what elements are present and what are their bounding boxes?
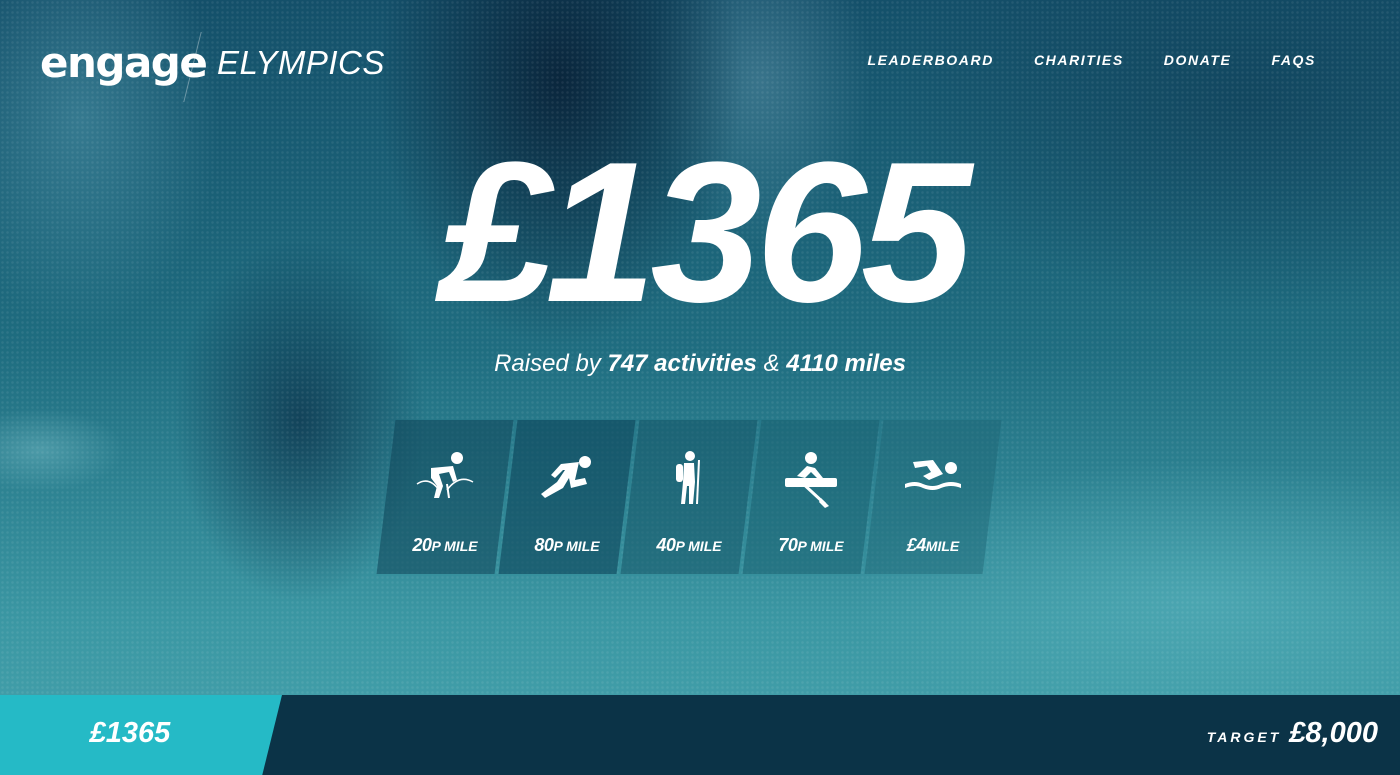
nav-charities[interactable]: CHARITIES — [1034, 52, 1124, 68]
elympics-title: ELYMPICS — [217, 44, 385, 81]
hiking-icon — [676, 451, 700, 505]
main-nav: LEADERBOARD CHARITIES DONATE FAQS — [867, 52, 1316, 68]
engage-logo[interactable]: engage — [40, 38, 208, 87]
rowing-icon — [785, 452, 837, 508]
activity-rates: 20P MILE 80P MILE 40P MILE 70P MILE £4MI… — [376, 420, 1002, 574]
miles-count: 4110 miles — [786, 350, 906, 377]
activities-count: 747 activities — [607, 350, 757, 377]
ampersand: & — [763, 350, 780, 377]
nav-faqs[interactable]: FAQS — [1271, 52, 1316, 68]
cycling-icon — [416, 452, 474, 499]
raised-prefix: Raised by — [494, 350, 601, 377]
total-raised-amount: £1365 — [439, 121, 972, 344]
rate-value: £4 — [906, 535, 926, 555]
activity-tile-hiking[interactable]: 40P MILE — [620, 420, 758, 574]
activity-tile-rowing[interactable]: 70P MILE — [742, 420, 880, 574]
rate-unit: MILE — [925, 538, 960, 554]
site-header: engage ELYMPICS LEADERBOARD CHARITIES DO… — [0, 0, 1400, 110]
rate-value: 20 — [412, 535, 432, 555]
swimming-icon — [905, 460, 961, 490]
rate-label: 20P MILE — [386, 535, 504, 556]
rate-unit: P MILE — [675, 538, 722, 554]
target-label: TARGET — [1206, 729, 1282, 745]
rate-label: 70P MILE — [752, 535, 870, 556]
activity-tile-running[interactable]: 80P MILE — [498, 420, 636, 574]
rate-label: 40P MILE — [630, 535, 748, 556]
rate-label: 80P MILE — [508, 535, 626, 556]
activity-tile-cycling[interactable]: 20P MILE — [376, 420, 514, 574]
progress-footer: £1365 TARGET £8,000 — [0, 695, 1400, 775]
nav-donate[interactable]: DONATE — [1164, 52, 1232, 68]
rate-label: £4MILE — [874, 535, 992, 556]
target-value: £8,000 — [1289, 717, 1378, 749]
nav-leaderboard[interactable]: LEADERBOARD — [867, 52, 994, 68]
running-icon — [541, 456, 591, 498]
rate-unit: P MILE — [553, 538, 600, 554]
rate-value: 70 — [778, 535, 798, 555]
rate-unit: P MILE — [431, 538, 478, 554]
rate-unit: P MILE — [797, 538, 844, 554]
rate-value: 40 — [656, 535, 676, 555]
raised-summary: Raised by 747 activities & 4110 miles — [0, 350, 1400, 378]
background-image — [0, 0, 1400, 775]
target-display: TARGET £8,000 — [1207, 717, 1378, 750]
activity-tile-swimming[interactable]: £4MILE — [864, 420, 1002, 574]
progress-raised-amount: £1365 — [89, 717, 171, 749]
rate-value: 80 — [534, 535, 554, 555]
